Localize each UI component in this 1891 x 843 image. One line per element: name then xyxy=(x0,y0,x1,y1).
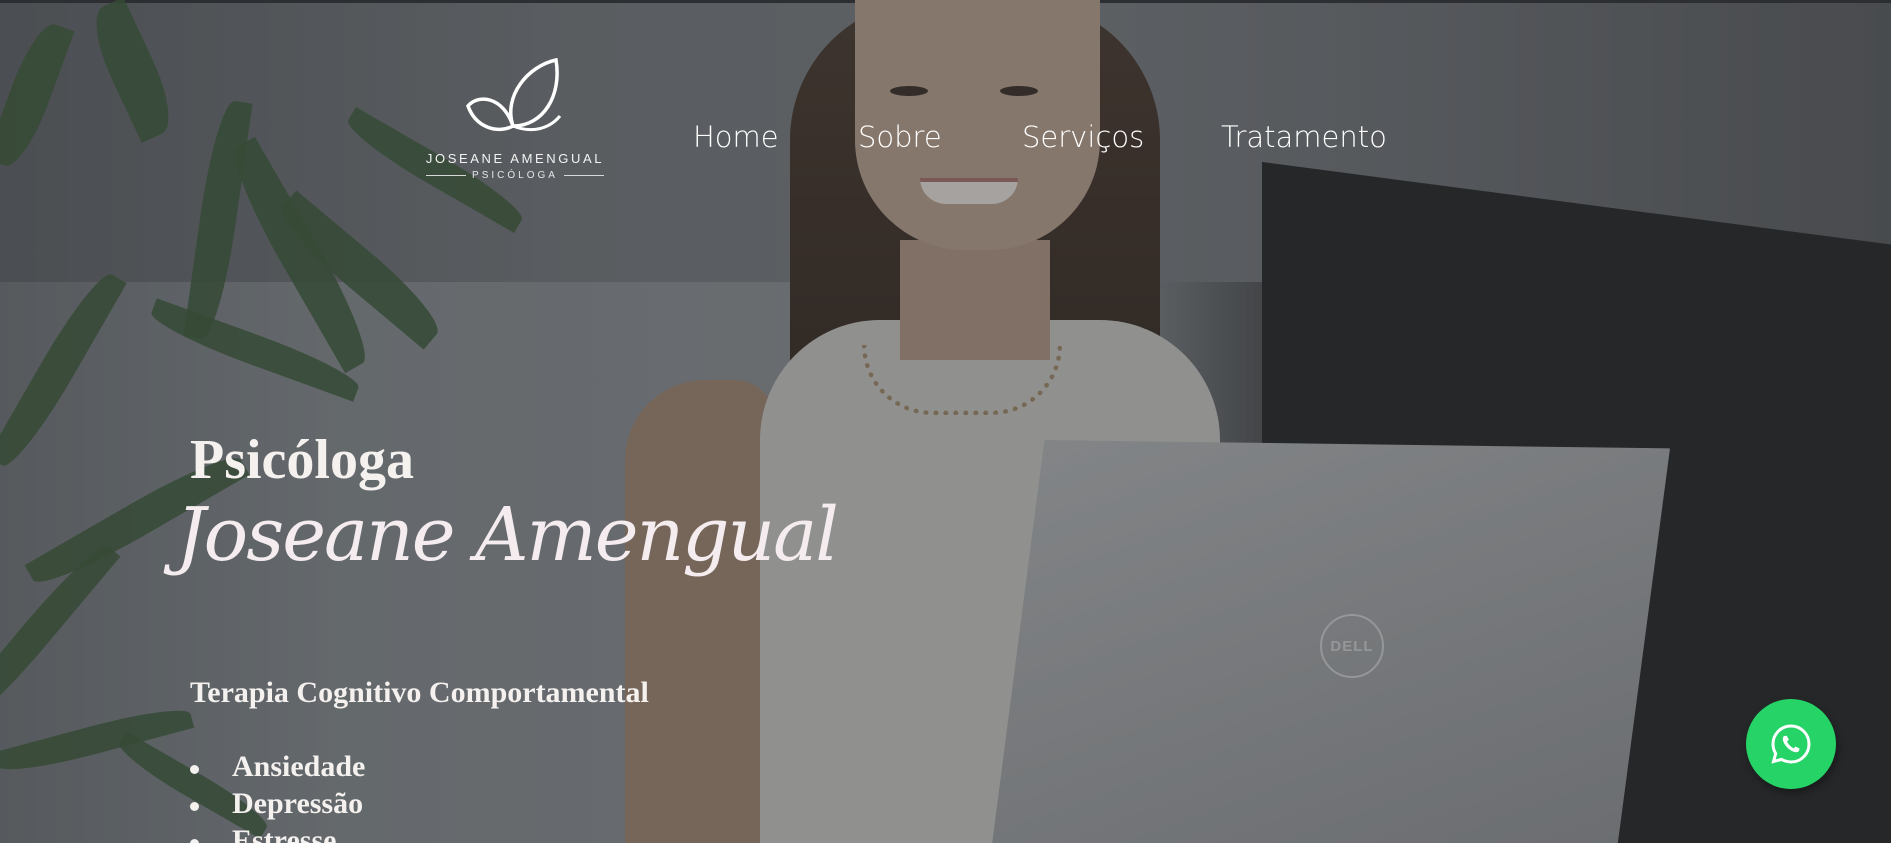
dark-overlay xyxy=(0,0,1891,843)
topics-list: Ansiedade Depressão Estresse xyxy=(190,750,365,843)
list-item: Ansiedade xyxy=(190,750,365,787)
nav-sobre[interactable]: Sobre xyxy=(858,120,942,154)
list-item: Depressão xyxy=(190,787,365,824)
nav-home[interactable]: Home xyxy=(693,120,779,154)
leaf-logo-icon xyxy=(466,57,562,132)
hero-name: Joseane Amengual xyxy=(176,492,839,578)
hero-title: Psicóloga xyxy=(190,429,414,491)
logo-tagline: PSICÓLOGA xyxy=(415,170,615,181)
whatsapp-icon xyxy=(1771,724,1811,764)
hero-subtitle: Terapia Cognitivo Comportamental xyxy=(190,676,649,709)
whatsapp-button[interactable] xyxy=(1746,699,1836,789)
hero-section: DELL JOSEANE AMENGUAL PSICÓLOGA Home Sob… xyxy=(0,0,1891,843)
list-item: Estresse xyxy=(190,824,365,843)
nav-tratamento[interactable]: Tratamento xyxy=(1221,120,1387,154)
site-logo[interactable]: JOSEANE AMENGUAL PSICÓLOGA xyxy=(415,56,615,186)
logo-name: JOSEANE AMENGUAL xyxy=(425,151,605,166)
nav-servicos[interactable]: Serviços xyxy=(1022,120,1144,154)
